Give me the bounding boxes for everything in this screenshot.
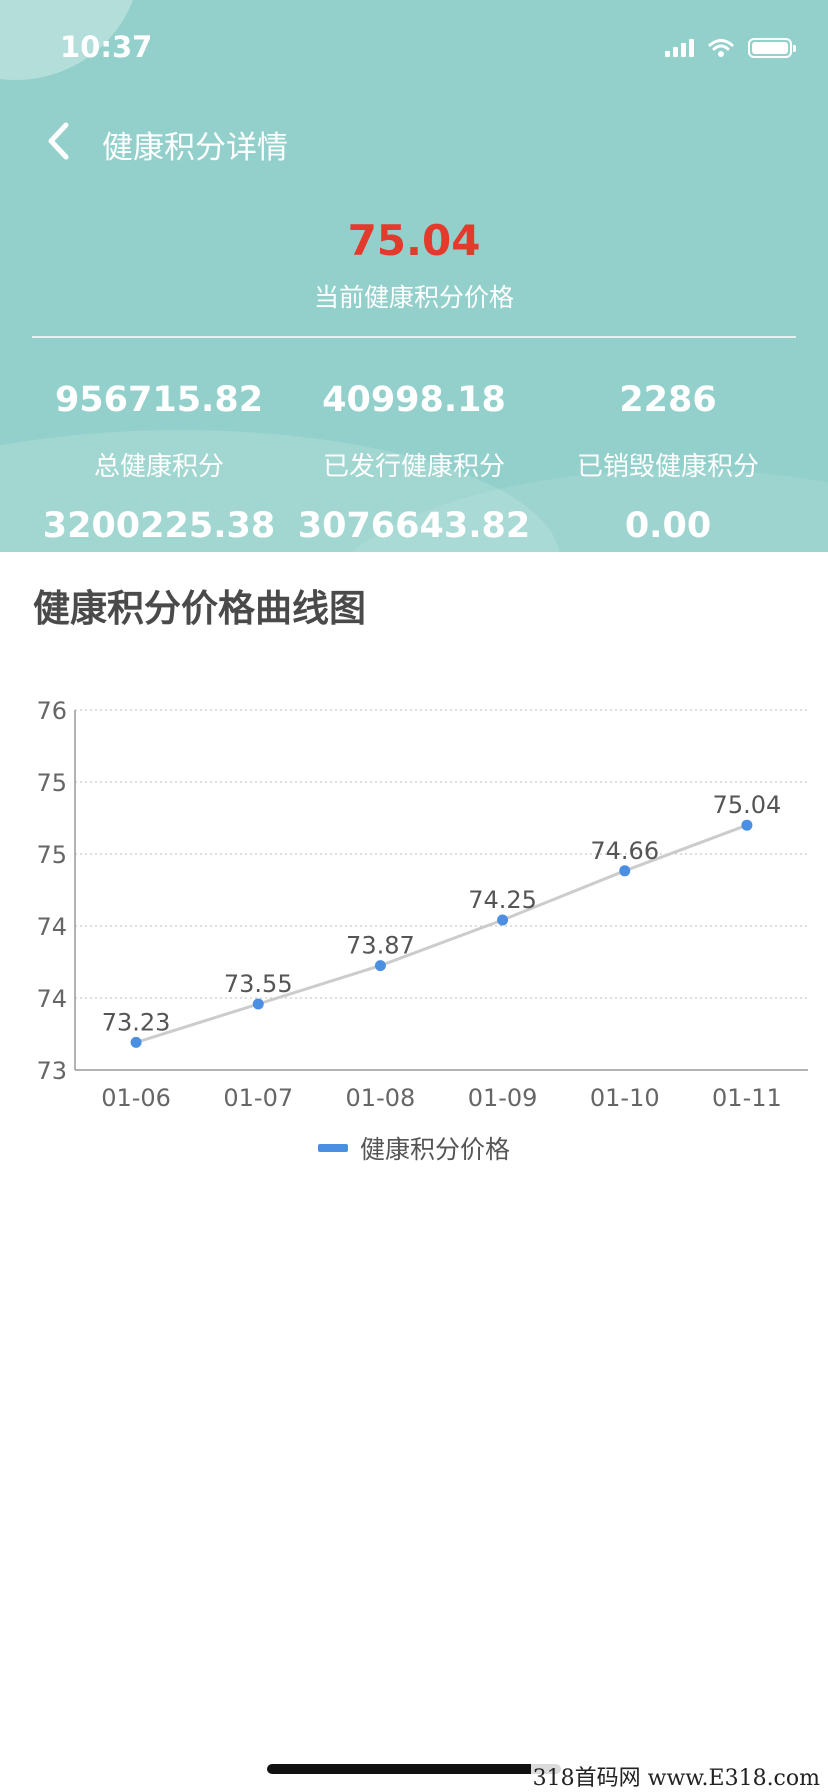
page-title: 健康积分详情 <box>102 130 288 166</box>
y-tick-label: 74 <box>36 913 67 941</box>
x-tick-label: 01-06 <box>101 1084 171 1112</box>
watermark-text: 318首码网 www.E318.com <box>530 1760 822 1792</box>
y-tick-label: 75 <box>36 769 67 797</box>
back-button[interactable] <box>38 116 78 166</box>
stat-destroyed-label: 已销毁健康积分 <box>576 452 759 482</box>
wifi-icon <box>708 39 734 57</box>
data-label: 75.04 <box>713 791 782 819</box>
x-tick-label: 01-09 <box>468 1084 538 1112</box>
data-point <box>619 865 631 877</box>
home-indicator[interactable] <box>267 1764 561 1774</box>
status-time: 10:37 <box>60 30 153 64</box>
y-tick-label: 73 <box>36 1057 67 1085</box>
x-tick-label: 01-11 <box>712 1084 782 1112</box>
current-price-label: 当前健康积分价格 <box>313 283 514 312</box>
data-label: 73.55 <box>224 970 293 998</box>
signal-icon <box>665 39 694 57</box>
data-label: 74.25 <box>468 886 537 914</box>
stat-destroyed-value: 2286 <box>619 380 717 420</box>
data-point <box>497 914 509 926</box>
divider <box>32 336 796 338</box>
x-tick-label: 01-08 <box>346 1084 416 1112</box>
status-icons <box>665 38 796 58</box>
y-tick-label: 76 <box>36 697 67 725</box>
price-line-chart: 73 74 74 75 75 76 01-06 01-07 01-08 01-09 01-10 01-… <box>36 697 808 1112</box>
chart-section-title: 健康积分价格曲线图 <box>33 587 366 630</box>
battery-icon <box>748 38 796 58</box>
chevron-left-icon <box>48 122 69 160</box>
y-tick-label: 75 <box>36 841 67 869</box>
chart-legend[interactable]: 健康积分价格 <box>0 1130 828 1166</box>
data-point <box>130 1036 142 1048</box>
data-point <box>252 998 264 1010</box>
y-tick-label: 74 <box>36 985 67 1013</box>
x-tick-label: 01-10 <box>590 1084 660 1112</box>
data-point <box>374 960 386 972</box>
legend-swatch <box>317 1144 348 1152</box>
data-label: 73.23 <box>102 1008 171 1036</box>
legend-label: 健康积分价格 <box>359 1135 510 1164</box>
stat-destroyed-value-secondary: 0.00 <box>624 506 712 546</box>
data-label: 73.87 <box>346 932 415 960</box>
data-label: 74.66 <box>590 837 659 865</box>
x-tick-label: 01-07 <box>223 1084 293 1112</box>
current-price-value: 75.04 <box>347 216 481 265</box>
header-panel: 10:37 健康积分详情 75.04 当前健康积分价格 956715.82 总健… <box>0 0 828 552</box>
data-point <box>741 819 753 831</box>
